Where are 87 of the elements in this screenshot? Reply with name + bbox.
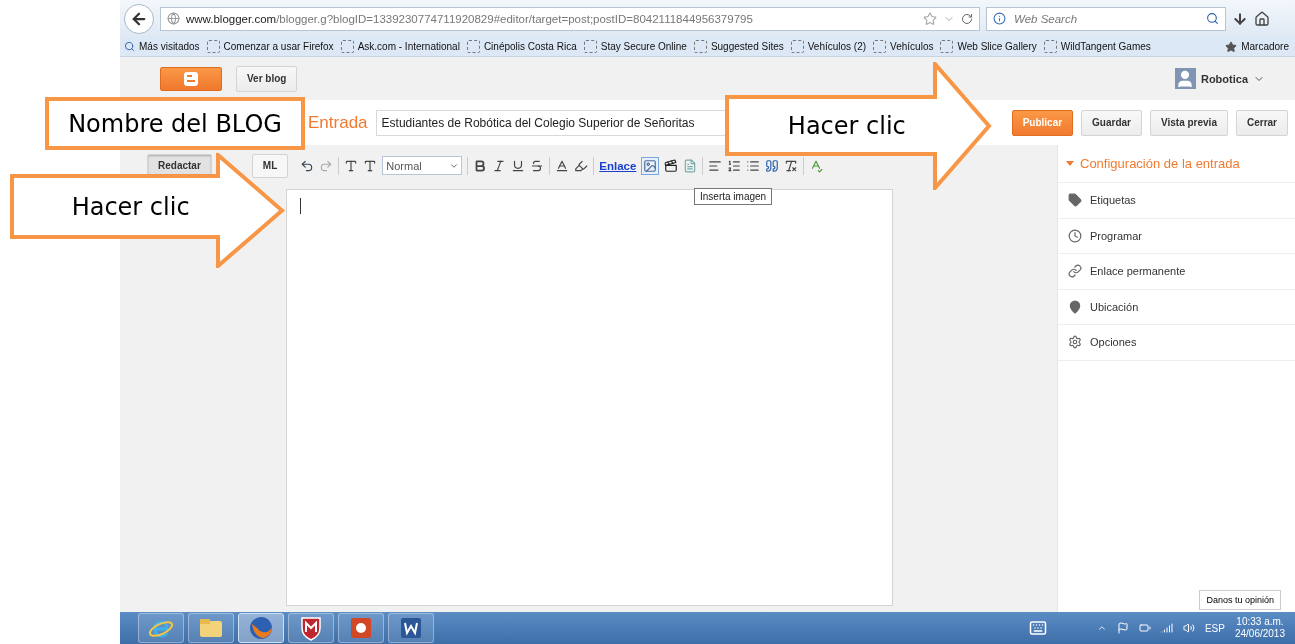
star-icon (1225, 40, 1238, 53)
caret-up-icon[interactable] (1096, 623, 1107, 633)
spellcheck-icon[interactable] (809, 158, 824, 173)
numbered-list-icon[interactable] (727, 158, 742, 173)
bookmark-link[interactable]: Cinépolis Costa Rica (466, 40, 577, 53)
tag-icon (1068, 193, 1082, 208)
callout-text: Hacer clic (71, 192, 190, 221)
clear-format-icon[interactable] (784, 158, 799, 173)
blank-page-icon (1043, 40, 1057, 53)
action-button[interactable]: Guardar (1081, 109, 1142, 136)
strikethrough-icon[interactable] (530, 158, 545, 173)
globe-fox-icon (248, 615, 274, 641)
section-label: Entrada (308, 112, 368, 133)
bookmark-link[interactable]: Stay Secure Online (583, 40, 687, 53)
align-icon[interactable] (708, 158, 723, 173)
bookmarks-menu[interactable]: Marcadore (1225, 40, 1291, 53)
font-size-select[interactable]: Normal (382, 156, 463, 175)
underline-icon[interactable] (511, 158, 526, 173)
clock-date: 24/06/2013 (1234, 628, 1285, 640)
clock-time: 10:33 a.m. (1236, 616, 1284, 628)
text-color-icon[interactable] (555, 158, 570, 173)
bookmark-link[interactable]: Vehículos (873, 40, 934, 53)
action-button[interactable]: Vista previa (1150, 109, 1228, 136)
callout-text: Nombre del BLOG (68, 109, 282, 138)
blank-page-icon (873, 40, 887, 53)
map-pin-icon (1068, 299, 1082, 314)
keyboard-icon[interactable] (1028, 619, 1047, 637)
clapperboard-icon[interactable] (664, 158, 679, 173)
feedback-button[interactable]: Danos tu opinión (1199, 590, 1281, 610)
shield-icon (299, 615, 323, 641)
download-icon[interactable] (1232, 10, 1248, 27)
post-title-field[interactable]: Estudiantes de Robótica del Colegio Superior de Señoritas (375, 109, 728, 136)
search-icon[interactable] (1206, 12, 1219, 25)
text-size-icon[interactable] (363, 158, 378, 173)
image-icon[interactable] (643, 158, 658, 173)
avatar-icon (1174, 68, 1196, 89)
blank-page-icon (693, 40, 707, 53)
link-tool[interactable]: Enlace (599, 159, 637, 172)
italic-icon[interactable] (492, 158, 507, 173)
taskbar-app[interactable] (238, 613, 284, 643)
info-icon (993, 12, 1006, 25)
search-icon (124, 41, 135, 52)
bold-icon[interactable] (473, 158, 488, 173)
reload-icon[interactable] (961, 12, 973, 25)
volume-icon[interactable] (1182, 622, 1195, 634)
clock-icon (1068, 228, 1082, 243)
mode-tab[interactable]: ML (251, 153, 289, 178)
settings-icon (1068, 335, 1082, 350)
bullet-list-icon[interactable] (746, 158, 761, 173)
bookmark-link[interactable]: Comenzar a usar Firefox (206, 40, 334, 53)
caret-down-icon (1066, 161, 1074, 166)
bookmark-link[interactable]: Vehículos (2) (790, 40, 867, 53)
document-w-icon (399, 616, 423, 640)
user-menu[interactable]: Robotica (1174, 68, 1265, 89)
blank-page-icon (206, 40, 220, 53)
font-icon[interactable] (344, 158, 359, 173)
blank-page-icon (340, 40, 354, 53)
bookmark-link[interactable]: Más visitados (124, 41, 200, 52)
bookmark-link[interactable]: Web Slice Gallery (940, 40, 1037, 53)
language-indicator[interactable]: ESP (1204, 622, 1225, 634)
blank-page-icon (583, 40, 597, 53)
callout-text: Hacer clic (787, 111, 906, 140)
home-icon[interactable] (1254, 10, 1270, 27)
flag-icon[interactable] (1116, 622, 1129, 634)
text-cursor (300, 198, 301, 214)
undo-icon[interactable] (300, 158, 315, 173)
tooltip: Inserta imagen (694, 188, 773, 205)
slides-icon (349, 616, 373, 640)
globe-icon (167, 12, 180, 25)
quote-icon[interactable] (765, 158, 780, 173)
address-bar[interactable]: www.blogger.com/blogger.g?blogID=1339230774711920829#editor/target=post;postID=8042111844956379795 (160, 6, 980, 31)
folder-icon (198, 617, 224, 639)
bookmark-link[interactable]: Ask.com - International (340, 40, 460, 53)
search-field[interactable]: Web Search (986, 6, 1226, 31)
blank-page-icon (940, 40, 954, 53)
link-icon (1068, 264, 1082, 279)
bookmark-link[interactable]: WildTangent Games (1043, 40, 1151, 53)
action-button[interactable]: Cerrar (1235, 109, 1288, 136)
view-blog-button[interactable]: Ver blog (236, 65, 298, 92)
highlighter-icon[interactable] (574, 158, 589, 173)
blank-page-icon (466, 40, 480, 53)
back-button[interactable] (124, 3, 154, 34)
star-icon[interactable] (923, 11, 937, 26)
blank-page-icon (790, 40, 804, 53)
logo-button[interactable] (160, 66, 222, 91)
bookmark-link[interactable]: Suggested Sites (693, 40, 784, 53)
logo-icon (183, 70, 199, 87)
